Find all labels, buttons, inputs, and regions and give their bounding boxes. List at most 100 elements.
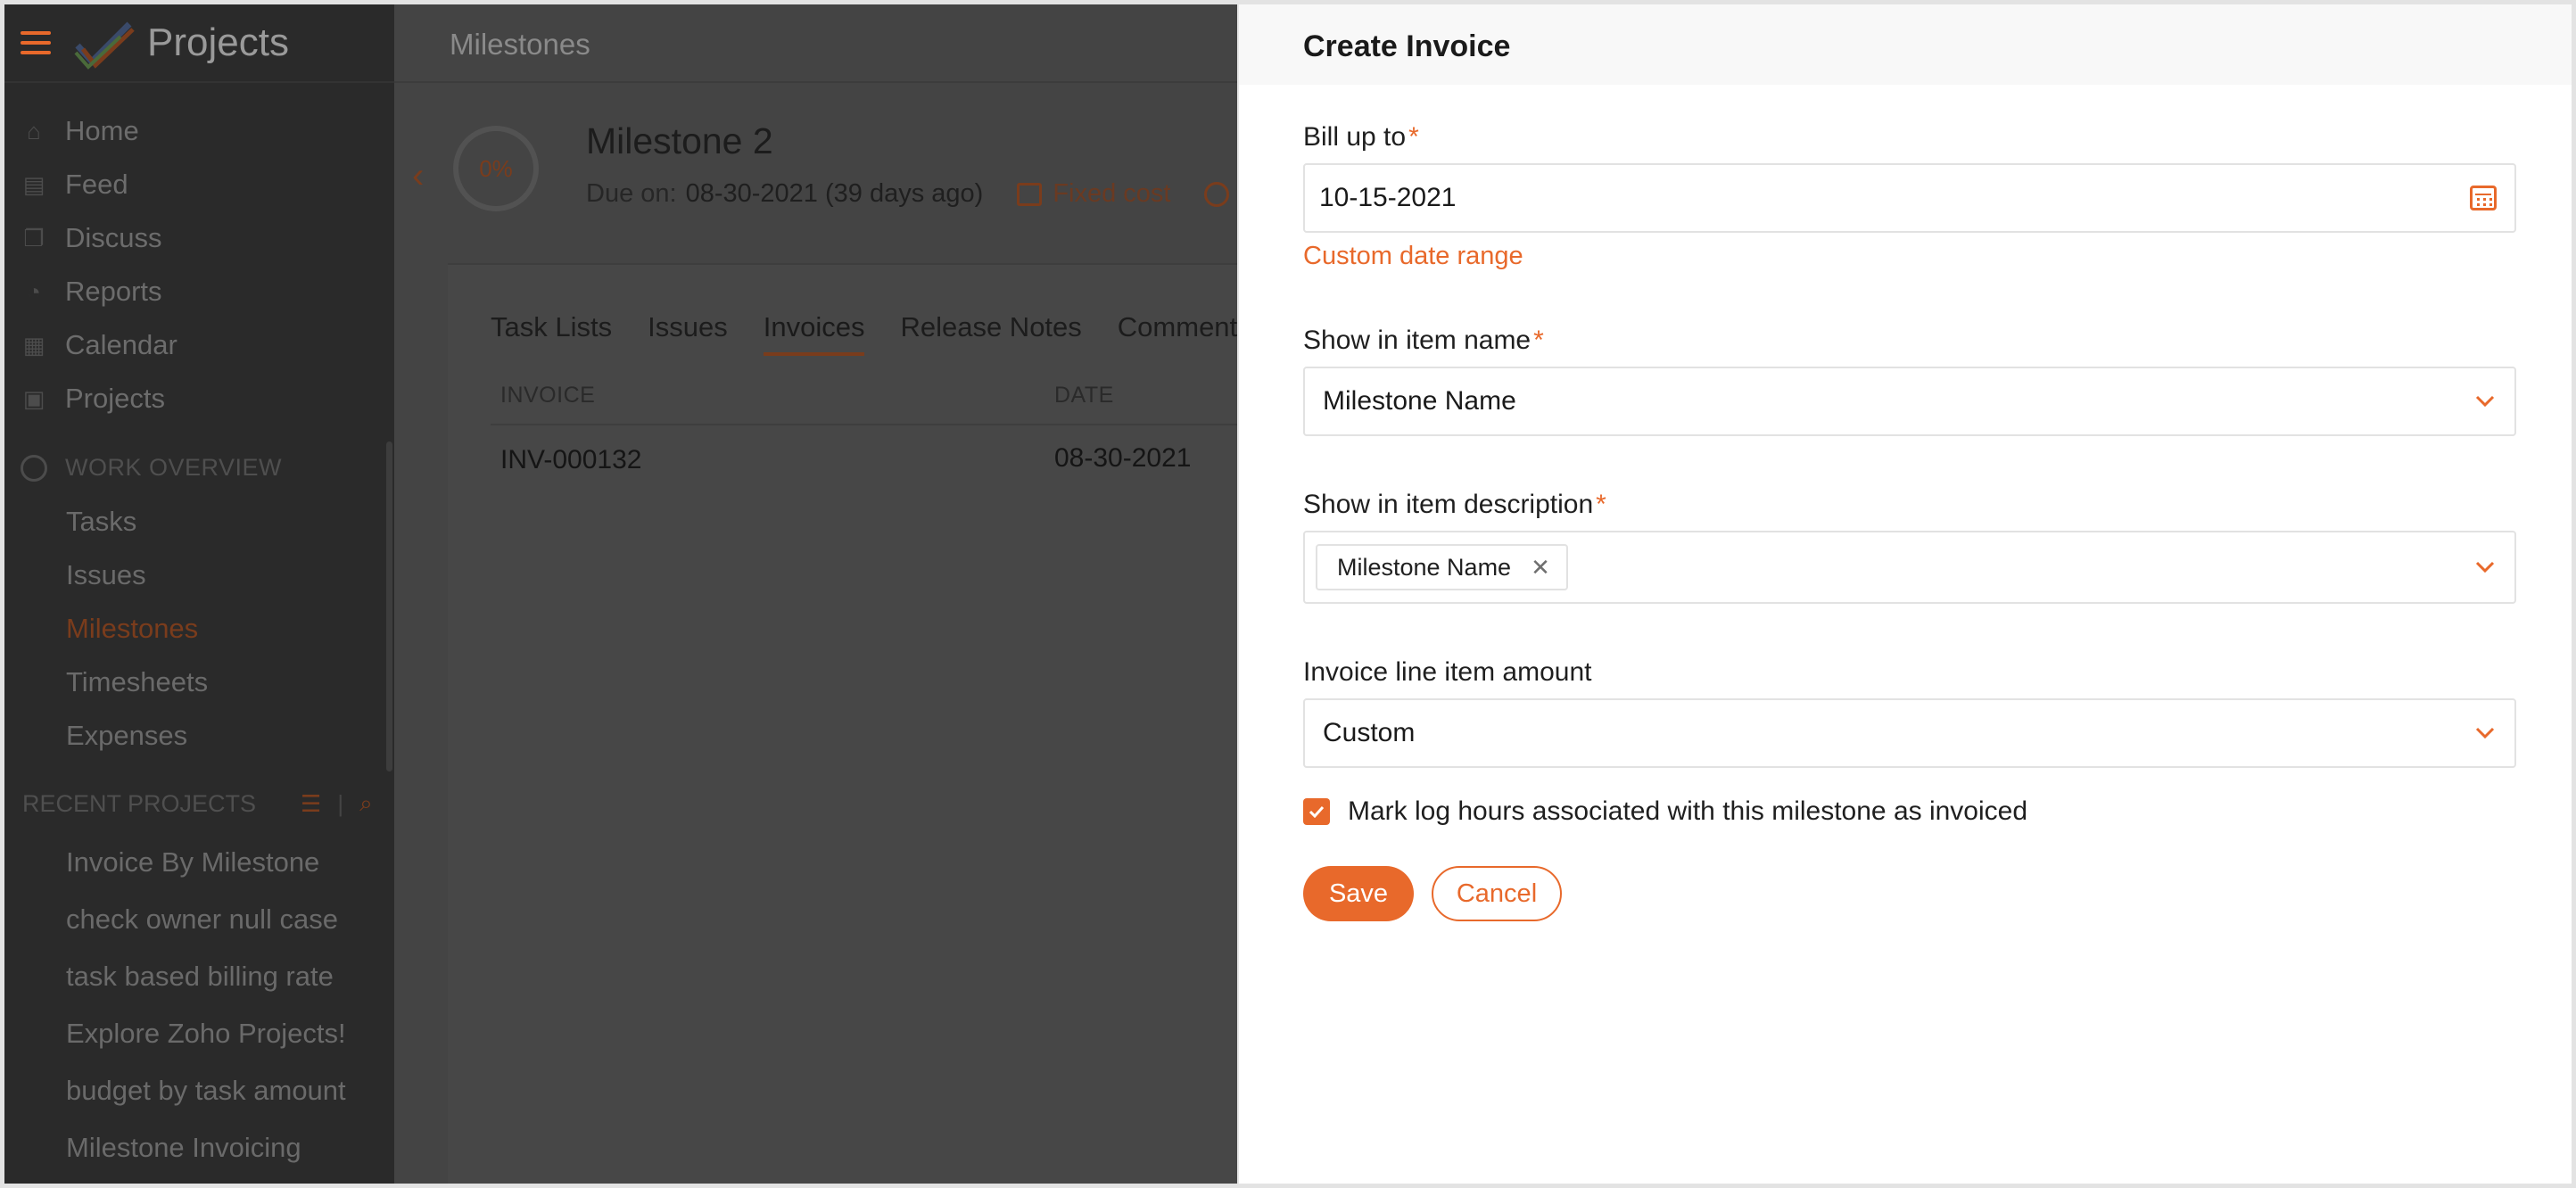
progress-ring: 0% — [453, 126, 539, 211]
tab-comments[interactable]: Comments — [1118, 311, 1251, 356]
drawer-header: Create Invoice — [1239, 4, 2572, 85]
show-in-item-description-label: Show in item description * — [1303, 490, 1606, 520]
app-frame: Projects ⌂ Home ▤ Feed ❐ Discuss ◔ Repor… — [0, 0, 2576, 1188]
tab-invoices[interactable]: Invoices — [763, 311, 864, 356]
nav-calendar[interactable]: ▦ Calendar — [4, 320, 394, 370]
work-overview-header[interactable]: WORK OVERVIEW — [21, 454, 282, 482]
chevron-down-icon — [2470, 718, 2500, 748]
nav-feed[interactable]: ▤ Feed — [4, 160, 394, 210]
feed-icon: ▤ — [22, 170, 45, 198]
invoice-date-cell: 08-30-2021 — [1054, 443, 1192, 473]
sidebar-item-milestones[interactable]: Milestones — [66, 613, 198, 645]
filter-icon[interactable]: ☰ — [301, 790, 321, 818]
close-icon[interactable]: ✕ — [1531, 554, 1550, 582]
sidebar-item-tasks[interactable]: Tasks — [66, 506, 136, 538]
show-in-item-name-select[interactable]: Milestone Name — [1303, 367, 2516, 436]
discuss-icon: ❐ — [23, 224, 45, 252]
back-arrow-icon[interactable]: ‹ — [412, 156, 424, 196]
milestone-tabs: Task Lists Issues Invoices Release Notes… — [491, 311, 1251, 356]
page-title: Milestones — [450, 28, 590, 61]
selected-chip: Milestone Name ✕ — [1316, 544, 1568, 590]
mark-log-hours-checkbox[interactable] — [1303, 798, 1330, 825]
recent-project-item[interactable]: Invoice By Milestone — [66, 846, 360, 879]
nav-home[interactable]: ⌂ Home — [4, 106, 394, 156]
required-mark: * — [1596, 490, 1606, 519]
column-header-invoice[interactable]: INVOICE — [500, 383, 595, 408]
bill-up-to-label: Bill up to * — [1303, 122, 1419, 153]
mark-log-hours-label[interactable]: Mark log hours associated with this mile… — [1348, 796, 2027, 827]
billing-type: Fixed cost — [1017, 179, 1170, 209]
tab-task-lists[interactable]: Task Lists — [491, 311, 612, 356]
milestone-details-card: Task Lists Issues Invoices Release Notes… — [448, 263, 1251, 1184]
show-in-item-description-multiselect[interactable]: Milestone Name ✕ — [1303, 531, 2516, 604]
billing-type-label: Fixed cost — [1053, 179, 1171, 208]
column-header-date[interactable]: DATE — [1054, 383, 1114, 408]
invoice-line-item-amount-select[interactable]: Custom — [1303, 698, 2516, 768]
milestone-meta: Due on: 08-30-2021 (39 days ago) Fixed c… — [586, 179, 1230, 209]
mark-log-hours-row: Mark log hours associated with this mile… — [1303, 796, 2027, 827]
nav-discuss[interactable]: ❐ Discuss — [4, 213, 394, 263]
nav-label: Discuss — [65, 222, 162, 253]
required-mark: * — [1408, 122, 1419, 152]
milestone-title: Milestone 2 — [586, 120, 773, 161]
sidebar-item-issues[interactable]: Issues — [66, 559, 146, 591]
recent-project-item[interactable]: task based billing rate — [66, 961, 360, 993]
app-title: Projects — [147, 21, 289, 64]
billing-type-icon — [1017, 182, 1043, 206]
chevron-down-icon — [2470, 552, 2500, 582]
cancel-button[interactable]: Cancel — [1432, 866, 1562, 921]
label-text: Bill up to — [1303, 122, 1407, 152]
due-value: 08-30-2021 (39 days ago) — [685, 179, 984, 208]
divider — [491, 424, 1251, 425]
custom-date-range-link[interactable]: Custom date range — [1303, 242, 1523, 271]
nav-reports[interactable]: ◔ Reports — [4, 267, 394, 317]
calendar-icon[interactable] — [2470, 186, 2497, 210]
nav-label: Calendar — [65, 329, 178, 360]
due-label: Due on: — [586, 179, 677, 208]
nav-label: Feed — [65, 169, 128, 200]
drawer-title: Create Invoice — [1303, 29, 1511, 63]
chip-label: Milestone Name — [1337, 553, 1512, 581]
checkmark-icon — [1309, 805, 1325, 818]
invoice-line-item-amount-label: Invoice line item amount — [1303, 657, 1592, 688]
app-logo — [74, 21, 135, 70]
hamburger-menu-icon[interactable] — [21, 31, 51, 54]
show-in-item-name-label: Show in item name * — [1303, 326, 1544, 356]
search-icon[interactable]: ⌕ — [359, 789, 373, 818]
section-title: WORK OVERVIEW — [65, 454, 283, 481]
briefcase-icon: ▣ — [22, 384, 45, 412]
recent-projects-header: RECENT PROJECTS ☰ | ⌕ — [22, 789, 379, 818]
invoice-number-cell[interactable]: INV-000132 — [500, 445, 641, 475]
recent-project-item[interactable]: Explore Zoho Projects! — [66, 1018, 360, 1050]
sidebar: Projects ⌂ Home ▤ Feed ❐ Discuss ◔ Repor… — [4, 4, 394, 1184]
sidebar-item-expenses[interactable]: Expenses — [66, 720, 187, 752]
calendar-icon: ▦ — [22, 331, 45, 359]
sidebar-scrollbar[interactable] — [386, 441, 392, 771]
info-icon[interactable] — [1204, 181, 1230, 207]
tab-release-notes[interactable]: Release Notes — [900, 311, 1081, 356]
bill-up-to-date-input[interactable]: 10-15-2021 — [1303, 163, 2516, 233]
milestone-header: ‹ 0% Milestone 2 Due on: 08-30-2021 (39 … — [394, 94, 1242, 245]
nav-label: Projects — [65, 383, 165, 414]
recent-project-item[interactable]: Milestone Invoicing — [66, 1132, 360, 1164]
date-value: 10-15-2021 — [1319, 183, 1457, 212]
section-title: RECENT PROJECTS — [22, 789, 257, 817]
recent-project-item[interactable]: check owner null case — [66, 903, 360, 936]
nav-label: Home — [65, 115, 139, 146]
required-mark: * — [1533, 326, 1544, 355]
label-text: Show in item description — [1303, 490, 1594, 519]
select-value: Milestone Name — [1323, 386, 1516, 416]
brand-bar: Projects — [4, 4, 394, 83]
divider: | — [337, 789, 344, 817]
nav-projects[interactable]: ▣ Projects — [4, 374, 394, 424]
recent-project-item[interactable]: budget by task amount — [66, 1075, 360, 1107]
sidebar-item-timesheets[interactable]: Timesheets — [66, 666, 208, 698]
reports-icon: ◔ — [27, 277, 41, 305]
save-button[interactable]: Save — [1303, 866, 1414, 921]
home-icon: ⌂ — [27, 117, 41, 144]
create-invoice-drawer: Create Invoice Bill up to * 10-15-2021 Cu… — [1237, 4, 2572, 1184]
select-value: Custom — [1323, 718, 1416, 747]
label-text: Invoice line item amount — [1303, 657, 1592, 687]
tab-issues[interactable]: Issues — [648, 311, 728, 356]
main-topbar: Milestones — [394, 4, 1242, 83]
